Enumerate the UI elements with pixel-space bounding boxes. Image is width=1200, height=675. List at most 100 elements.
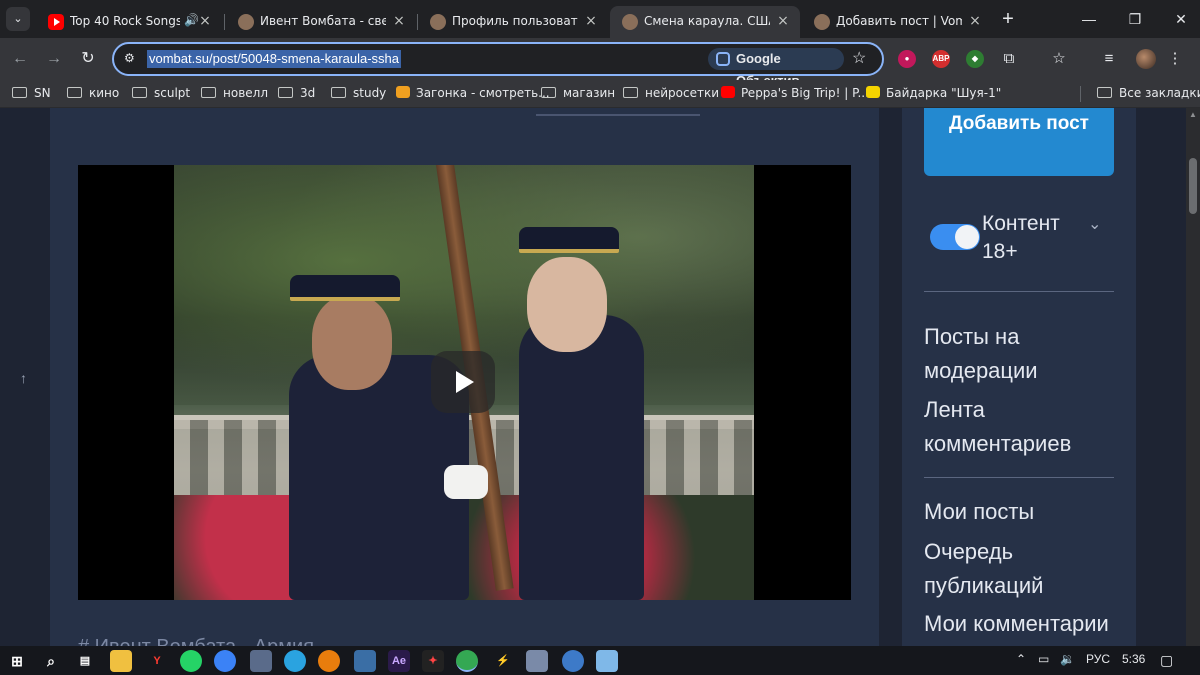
bookmark-folder[interactable]: магазин	[541, 86, 615, 102]
close-tab-icon[interactable]: ×	[196, 12, 214, 30]
site-settings-icon[interactable]: ⚙	[124, 51, 142, 67]
active-section-underline	[536, 114, 700, 116]
reload-icon[interactable]: ↻	[76, 47, 100, 71]
bookmark-folder[interactable]: study	[331, 86, 386, 102]
network-icon[interactable]: ▭	[1038, 652, 1049, 666]
all-bookmarks-button[interactable]: Все закладки	[1097, 86, 1200, 102]
bookmark-label: SN	[34, 86, 51, 100]
thumbnail-guard-right	[519, 315, 644, 600]
add-post-button[interactable]: Добавить пост	[924, 108, 1114, 176]
scroll-to-top-icon[interactable]: ↑	[20, 370, 27, 386]
file-explorer-icon[interactable]	[110, 650, 132, 672]
tab-search-button[interactable]: ⌄	[6, 7, 30, 31]
bookmark-folder[interactable]: нейросетки	[623, 86, 719, 102]
image-viewer-icon[interactable]	[526, 650, 548, 672]
folder-icon	[12, 87, 27, 98]
puzzle-color-extension-icon[interactable]: ◆	[966, 50, 984, 68]
chrome-icon[interactable]	[456, 650, 478, 672]
bookmark-folder[interactable]: 3d	[278, 86, 315, 102]
close-window-button[interactable]: ✕	[1166, 8, 1196, 30]
tab-add-post[interactable]: Добавить пост | Vombat ×	[802, 6, 992, 38]
close-tab-icon[interactable]: ×	[390, 12, 408, 30]
profile-avatar[interactable]	[1136, 49, 1156, 69]
yandex-icon[interactable]: Y	[146, 650, 168, 672]
figma-icon[interactable]: ✦	[422, 650, 444, 672]
close-tab-icon[interactable]: ×	[582, 12, 600, 30]
bookmark-site[interactable]: Загонка - смотреть...	[396, 86, 550, 102]
volume-icon[interactable]: 🔉	[1060, 652, 1075, 666]
lightning-app-icon[interactable]: ⚡	[492, 650, 514, 672]
search-icon[interactable]: ⌕	[40, 650, 62, 672]
page-scrollbar[interactable]: ▲	[1186, 108, 1200, 646]
sidebar-link-moderation[interactable]: Посты на модерации	[924, 320, 1094, 388]
tray-overflow-icon[interactable]: ⌃	[1016, 652, 1026, 666]
telegram-icon[interactable]	[284, 650, 306, 672]
sidebar-link-my-comments[interactable]: Мои комментарии	[924, 607, 1134, 641]
bookmark-label: магазин	[563, 86, 616, 100]
record-extension-icon[interactable]: ●	[898, 50, 916, 68]
video-player[interactable]	[78, 165, 851, 600]
notes-app-icon[interactable]	[596, 650, 618, 672]
tab-wombat-event[interactable]: Ивент Вомбата - свежи ×	[226, 6, 416, 38]
whatsapp-icon[interactable]	[180, 650, 202, 672]
chevron-down-icon[interactable]: ⌄	[1088, 214, 1101, 234]
bookmark-folder[interactable]: кино	[67, 86, 119, 102]
scroll-up-arrow-icon[interactable]: ▲	[1189, 110, 1197, 119]
bookmarks-star-icon[interactable]: ☆	[1048, 48, 1070, 70]
tab-changing-guard[interactable]: Смена караула. США | vo ×	[610, 6, 800, 38]
bookmark-star-icon[interactable]: ☆	[852, 48, 866, 68]
bookmark-site[interactable]: Байдарка "Шуя-1"	[866, 86, 1001, 102]
after-effects-icon[interactable]: Ae	[388, 650, 410, 672]
extensions-puzzle-icon[interactable]: ⧉	[998, 48, 1020, 70]
youtube-icon	[721, 86, 735, 98]
blue-app-icon[interactable]	[214, 650, 236, 672]
language-indicator[interactable]: РУС	[1086, 652, 1110, 666]
notifications-icon[interactable]: ▢	[1160, 652, 1173, 669]
task-view-icon[interactable]: ▤	[74, 650, 96, 672]
wombat-icon	[238, 14, 254, 30]
close-tab-icon[interactable]: ×	[966, 12, 984, 30]
minimize-button[interactable]: —	[1074, 8, 1104, 30]
windows-start-icon[interactable]: ⊞	[6, 650, 28, 672]
nsfw-toggle[interactable]	[930, 224, 980, 250]
tab-user-profile[interactable]: Профиль пользователя ×	[418, 6, 608, 38]
bookmark-site[interactable]: Peppa's Big Trip! | P...	[721, 86, 869, 102]
sidebar-link-comments-feed[interactable]: Лента комментариев	[924, 393, 1094, 461]
new-tab-button[interactable]: +	[997, 8, 1019, 30]
menu-dots-icon[interactable]: ⋮	[1164, 48, 1186, 70]
calculator-icon[interactable]	[250, 650, 272, 672]
bookmark-folder[interactable]: SN	[12, 86, 51, 102]
post-tags[interactable]: # Ивент Вомбата · Армия	[78, 636, 314, 646]
folder-icon	[541, 87, 556, 98]
scrollbar-thumb[interactable]	[1189, 158, 1197, 214]
app-icon[interactable]	[354, 650, 376, 672]
restore-button[interactable]: ❐	[1120, 8, 1150, 30]
sidebar-link-my-posts[interactable]: Мои посты	[924, 495, 1134, 529]
bookmark-folder[interactable]: новелл	[201, 86, 268, 102]
url-text[interactable]: vombat.su/post/50048-smena-karaula-ssha	[147, 50, 402, 68]
tab-youtube[interactable]: Top 40 Rock Songs of 🔊 ×	[36, 6, 222, 38]
forward-arrow-icon[interactable]: →	[42, 47, 66, 71]
wombat-icon	[430, 14, 446, 30]
network-app-icon[interactable]	[562, 650, 584, 672]
media-controls-icon[interactable]: ≡	[1098, 48, 1120, 70]
sidebar-link-publish-queue[interactable]: Очередь публикаций	[924, 535, 1094, 603]
back-arrow-icon[interactable]: ←	[8, 47, 32, 71]
clock[interactable]: 5:36	[1122, 652, 1145, 666]
bookmark-folder[interactable]: sculpt	[132, 86, 190, 102]
close-tab-icon[interactable]: ×	[774, 12, 792, 30]
sidebar: Добавить пост Контент 18+ ⌄ Посты на мод…	[902, 108, 1136, 646]
tab-label: Смена караула. США | vo	[644, 14, 770, 28]
thumbnail-cap-right	[519, 227, 619, 253]
wombat-icon	[814, 14, 830, 30]
play-button-icon[interactable]	[431, 351, 495, 413]
bookmarks-bar: SN кино sculpt новелл 3d study Загонка -…	[0, 80, 1200, 108]
adblock-extension-icon[interactable]: ABP	[932, 50, 950, 68]
blender-icon[interactable]	[318, 650, 340, 672]
google-lens-button[interactable]: Google Объектив	[708, 48, 844, 88]
nsfw-label: Контент 18+	[982, 212, 1060, 263]
bookmark-label: нейросетки	[645, 86, 720, 100]
bookmark-label: Загонка - смотреть...	[416, 86, 550, 100]
thumbnail-head-right	[527, 257, 607, 352]
address-bar[interactable]: ⚙ vombat.su/post/50048-smena-karaula-ssh…	[112, 42, 884, 88]
